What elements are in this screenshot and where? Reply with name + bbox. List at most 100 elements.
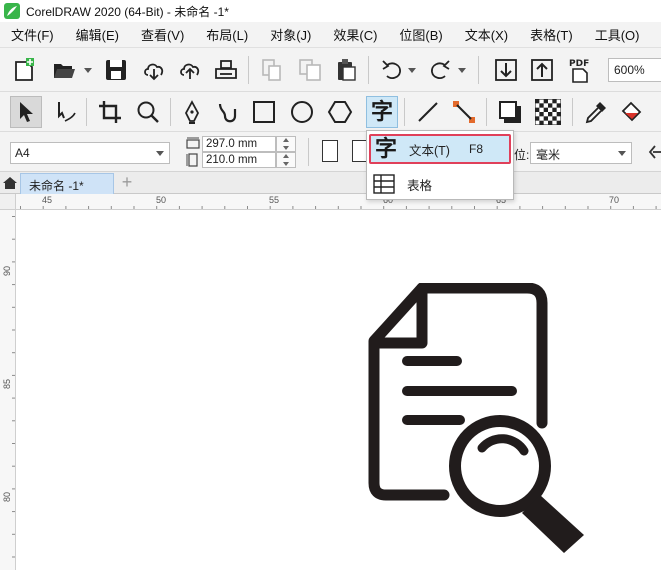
eyedropper-icon [585,102,606,124]
home-icon[interactable] [2,176,18,190]
flyout-item-label: 表格 [407,178,433,193]
rectangle-tool-button[interactable] [248,96,280,128]
ellipse-icon [291,101,313,123]
page-width-field[interactable]: 297.0 mm [202,136,276,152]
width-spinner[interactable] [276,136,296,152]
units-label: 位: [514,148,530,162]
new-document-icon [15,58,34,81]
chevron-down-icon [618,151,626,156]
crop-tool-button[interactable] [94,96,126,128]
menu-window[interactable]: 窗 [650,25,661,44]
polygon-tool-button[interactable] [324,96,356,128]
interactive-fill-tool-button[interactable] [616,96,648,128]
height-spinner[interactable] [276,152,296,168]
eyedropper-tool-button[interactable] [580,96,612,128]
diagonal-line-icon [418,102,438,122]
text-tool-icon: 字 [370,99,393,125]
duplicate-icon [299,59,321,81]
menu-effects[interactable]: 效果(C) [322,25,388,44]
standard-toolbar: PDF 600% [0,48,661,92]
connector-tool-button[interactable] [448,96,480,128]
pointer-arrow-icon [20,102,33,122]
zoom-tool-button[interactable] [132,96,164,128]
new-document-button[interactable] [8,54,40,86]
printer-icon [215,60,237,79]
zoom-level-field[interactable]: 600% [608,58,661,82]
hexagon-icon [327,101,353,123]
toolbar-separator [248,56,249,84]
pen-tool-button[interactable] [176,96,208,128]
toolbar-separator [486,98,487,126]
document-search-illustration[interactable] [362,283,587,553]
paste-button[interactable] [330,54,362,86]
undo-button[interactable] [376,54,408,86]
redo-button[interactable] [424,54,456,86]
cloud-export-button[interactable] [174,54,206,86]
pen-nib-icon [184,100,200,124]
menu-table[interactable]: 表格(T) [519,25,584,44]
horizontal-ruler[interactable]: 45 50 55 60 65 70 [16,194,661,210]
add-tab-icon[interactable]: + [118,173,136,192]
menu-file[interactable]: 文件(F) [0,25,65,44]
ruler-ticks [16,206,661,209]
text-tool-button[interactable]: 字 [366,96,398,128]
menu-edit[interactable]: 编辑(E) [65,25,130,44]
import-icon [495,59,517,81]
ruler-ticks [12,210,15,570]
nudge-icon[interactable] [648,144,661,160]
export-button[interactable] [526,54,558,86]
chevron-down-icon[interactable] [84,68,92,74]
vertical-ruler[interactable]: 90 85 80 [0,210,16,570]
portrait-button[interactable] [322,140,338,162]
menu-text[interactable]: 文本(X) [454,25,519,44]
pdf-icon: PDF [569,59,589,83]
export-icon [531,59,553,81]
publish-pdf-button[interactable]: PDF [564,54,596,86]
folder-open-icon [54,64,75,78]
drop-shadow-tool-button[interactable] [494,96,526,128]
paint-bucket-icon [621,101,642,122]
brush-curve-icon [218,103,237,123]
title-bar: CorelDRAW 2020 (64-Bit) - 未命名 -1* [0,0,661,22]
menu-bitmaps[interactable]: 位图(B) [388,25,453,44]
transparency-tool-button[interactable] [532,96,564,128]
height-icon [186,153,198,167]
copy-document-icon [262,59,281,81]
flyout-item-text[interactable]: 字 文本(T) F8 [369,134,511,164]
chevron-down-icon[interactable] [408,68,416,74]
save-button[interactable] [100,54,132,86]
chevron-down-icon[interactable] [458,68,466,74]
window-title: CorelDRAW 2020 (64-Bit) - 未命名 -1* [26,4,229,19]
pick-tool-button[interactable] [10,96,42,128]
shape-tool-button[interactable] [48,96,80,128]
svg-text:PDF: PDF [569,59,589,69]
rectangle-icon [253,101,275,123]
menu-layout[interactable]: 布局(L) [195,25,259,44]
units-select[interactable]: 毫米 [530,142,632,164]
toolbar-separator [572,98,573,126]
page-height-field[interactable]: 210.0 mm [202,152,276,168]
coreldraw-logo-icon [4,3,20,19]
dimension-tool-button[interactable] [412,96,444,128]
menu-tools[interactable]: 工具(O) [584,25,651,44]
menu-view[interactable]: 查看(V) [130,25,195,44]
units-value: 毫米 [536,148,561,162]
artistic-media-tool-button[interactable] [212,96,244,128]
open-button[interactable] [48,54,80,86]
ruler-corner[interactable] [0,194,16,210]
copy-properties-button[interactable] [256,54,288,86]
page-size-select[interactable]: A4 [10,142,170,164]
print-button[interactable] [210,54,242,86]
undo-icon [382,60,401,79]
menu-object[interactable]: 对象(J) [259,25,322,44]
drawing-canvas[interactable] [17,211,661,570]
checkerboard-icon [535,99,561,125]
import-button[interactable] [490,54,522,86]
flyout-item-table[interactable]: 表格 [369,169,511,199]
document-tab[interactable]: 未命名 -1* [20,173,114,194]
menu-bar: 文件(F) 编辑(E) 查看(V) 布局(L) 对象(J) 效果(C) 位图(B… [0,22,661,48]
ellipse-tool-button[interactable] [286,96,318,128]
cloud-import-button[interactable] [138,54,170,86]
chevron-down-icon [156,151,164,156]
paste-layout-button[interactable] [294,54,326,86]
